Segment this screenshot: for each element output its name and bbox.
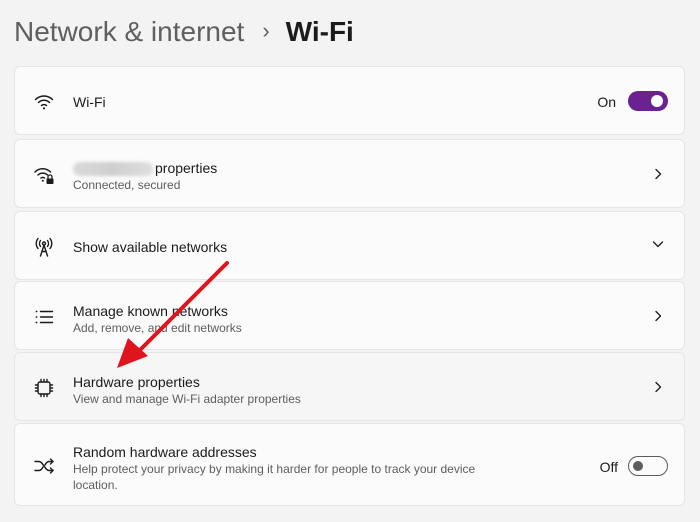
chevron-right-icon <box>652 381 664 393</box>
known-networks-title: Manage known networks <box>73 303 228 319</box>
shuffle-icon <box>33 455 55 477</box>
chevron-down-icon <box>652 238 664 250</box>
network-status-text: Connected, secured <box>73 178 181 192</box>
antenna-icon <box>33 236 55 258</box>
network-properties-card[interactable]: properties Connected, secured <box>14 139 685 208</box>
breadcrumb-parent-link[interactable]: Network & internet <box>14 16 244 48</box>
breadcrumb: Network & internet › Wi-Fi <box>14 12 354 52</box>
network-properties-label: properties <box>155 160 218 176</box>
page-title: Wi-Fi <box>285 16 354 47</box>
redacted-network-name <box>73 162 153 177</box>
wifi-secured-icon <box>33 164 55 186</box>
hardware-properties-subtitle: View and manage Wi-Fi adapter properties <box>73 392 301 406</box>
breadcrumb-separator: › <box>262 18 270 43</box>
toggle-knob <box>651 95 663 107</box>
list-icon <box>33 306 55 328</box>
random-addresses-title: Random hardware addresses <box>73 444 257 460</box>
chevron-right-icon <box>652 310 664 322</box>
network-properties-title: properties <box>73 160 218 177</box>
hardware-properties-title: Hardware properties <box>73 374 200 390</box>
wifi-card[interactable]: Wi-Fi On <box>14 66 685 135</box>
known-networks-subtitle: Add, remove, and edit networks <box>73 321 242 335</box>
available-networks-title: Show available networks <box>73 239 228 255</box>
known-networks-card[interactable]: Manage known networks Add, remove, and e… <box>14 281 685 350</box>
wifi-title: Wi-Fi <box>73 94 106 110</box>
wifi-toggle[interactable] <box>628 91 668 111</box>
wifi-state-label: On <box>597 94 616 110</box>
chip-icon <box>33 377 55 399</box>
chevron-right-icon <box>652 168 664 180</box>
wifi-icon <box>33 91 55 113</box>
toggle-knob <box>633 461 643 471</box>
random-addresses-state-label: Off <box>599 459 618 475</box>
random-addresses-toggle[interactable] <box>628 456 668 476</box>
random-addresses-subtitle: Help protect your privacy by making it h… <box>73 462 476 492</box>
hardware-properties-card[interactable]: Hardware properties View and manage Wi-F… <box>14 352 685 421</box>
random-addresses-card[interactable]: Random hardware addresses Help protect y… <box>14 423 685 506</box>
available-networks-card[interactable]: Show available networks <box>14 211 685 280</box>
